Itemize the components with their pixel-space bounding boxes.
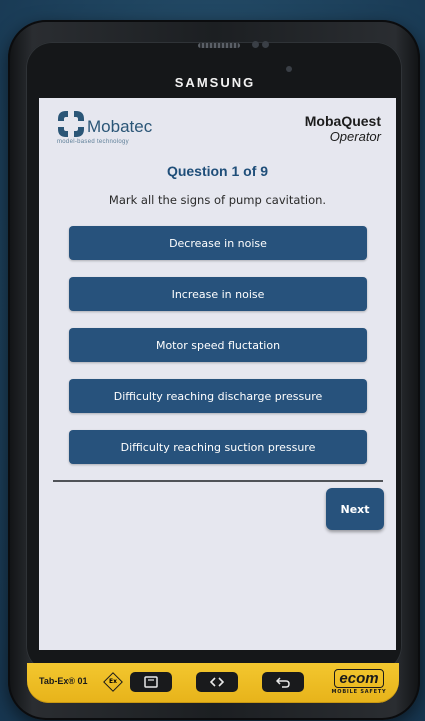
question-title: Question 1 of 9 <box>166 163 269 179</box>
answer-option-increase-noise[interactable]: Increase in noise <box>69 277 367 311</box>
ecom-tagline: MOBILE SAFETY <box>331 689 387 695</box>
ex-certification-icon: Ex <box>103 672 123 692</box>
speaker-grille <box>198 43 240 48</box>
back-icon <box>276 677 290 688</box>
front-camera <box>286 66 292 72</box>
device-brand: SAMSUNG <box>174 75 256 90</box>
next-button[interactable]: Next <box>326 488 384 530</box>
recent-apps-button[interactable] <box>130 672 172 692</box>
divider <box>53 480 383 482</box>
app-name: MobaQuest <box>304 113 381 129</box>
app-title: MobaQuest Operator <box>305 113 381 144</box>
device-model-label: Tab-Ex® 01 <box>39 676 88 686</box>
question-text: Mark all the signs of pump cavitation. <box>108 193 327 207</box>
app-role: Operator <box>329 129 381 144</box>
device-control-bar: Tab-Ex® 01 Ex ecom MOBILE SAFETY <box>27 663 399 703</box>
answer-label: Increase in noise <box>171 287 265 301</box>
back-button[interactable] <box>262 672 304 692</box>
answer-option-suction-pressure[interactable]: Difficulty reaching suction pressure <box>69 430 367 464</box>
logo-subtitle: model-based technology <box>57 139 129 145</box>
home-icon <box>210 677 224 687</box>
app-screen: Mobatec model-based technology MobaQuest… <box>39 98 396 650</box>
answer-label: Difficulty reaching suction pressure <box>120 440 316 454</box>
logo-text: Mobatec <box>87 117 153 136</box>
ecom-wordmark: ecom <box>334 669 384 688</box>
camera-sensor <box>252 41 259 48</box>
ecom-logo: ecom MOBILE SAFETY <box>329 668 389 695</box>
recent-apps-icon <box>144 676 158 688</box>
answer-label: Difficulty reaching discharge pressure <box>113 389 323 403</box>
mobatec-logo-icon <box>58 111 84 137</box>
answer-option-motor-speed[interactable]: Motor speed fluctation <box>69 328 367 362</box>
home-button[interactable] <box>196 672 238 692</box>
ex-symbol: Ex <box>109 678 117 685</box>
answer-list: Decrease in noise Increase in noise Moto… <box>69 226 367 481</box>
answer-option-discharge-pressure[interactable]: Difficulty reaching discharge pressure <box>69 379 367 413</box>
answer-option-decrease-noise[interactable]: Decrease in noise <box>69 226 367 260</box>
answer-label: Motor speed fluctation <box>155 338 281 352</box>
light-sensor <box>262 41 269 48</box>
answer-label: Decrease in noise <box>169 236 267 250</box>
